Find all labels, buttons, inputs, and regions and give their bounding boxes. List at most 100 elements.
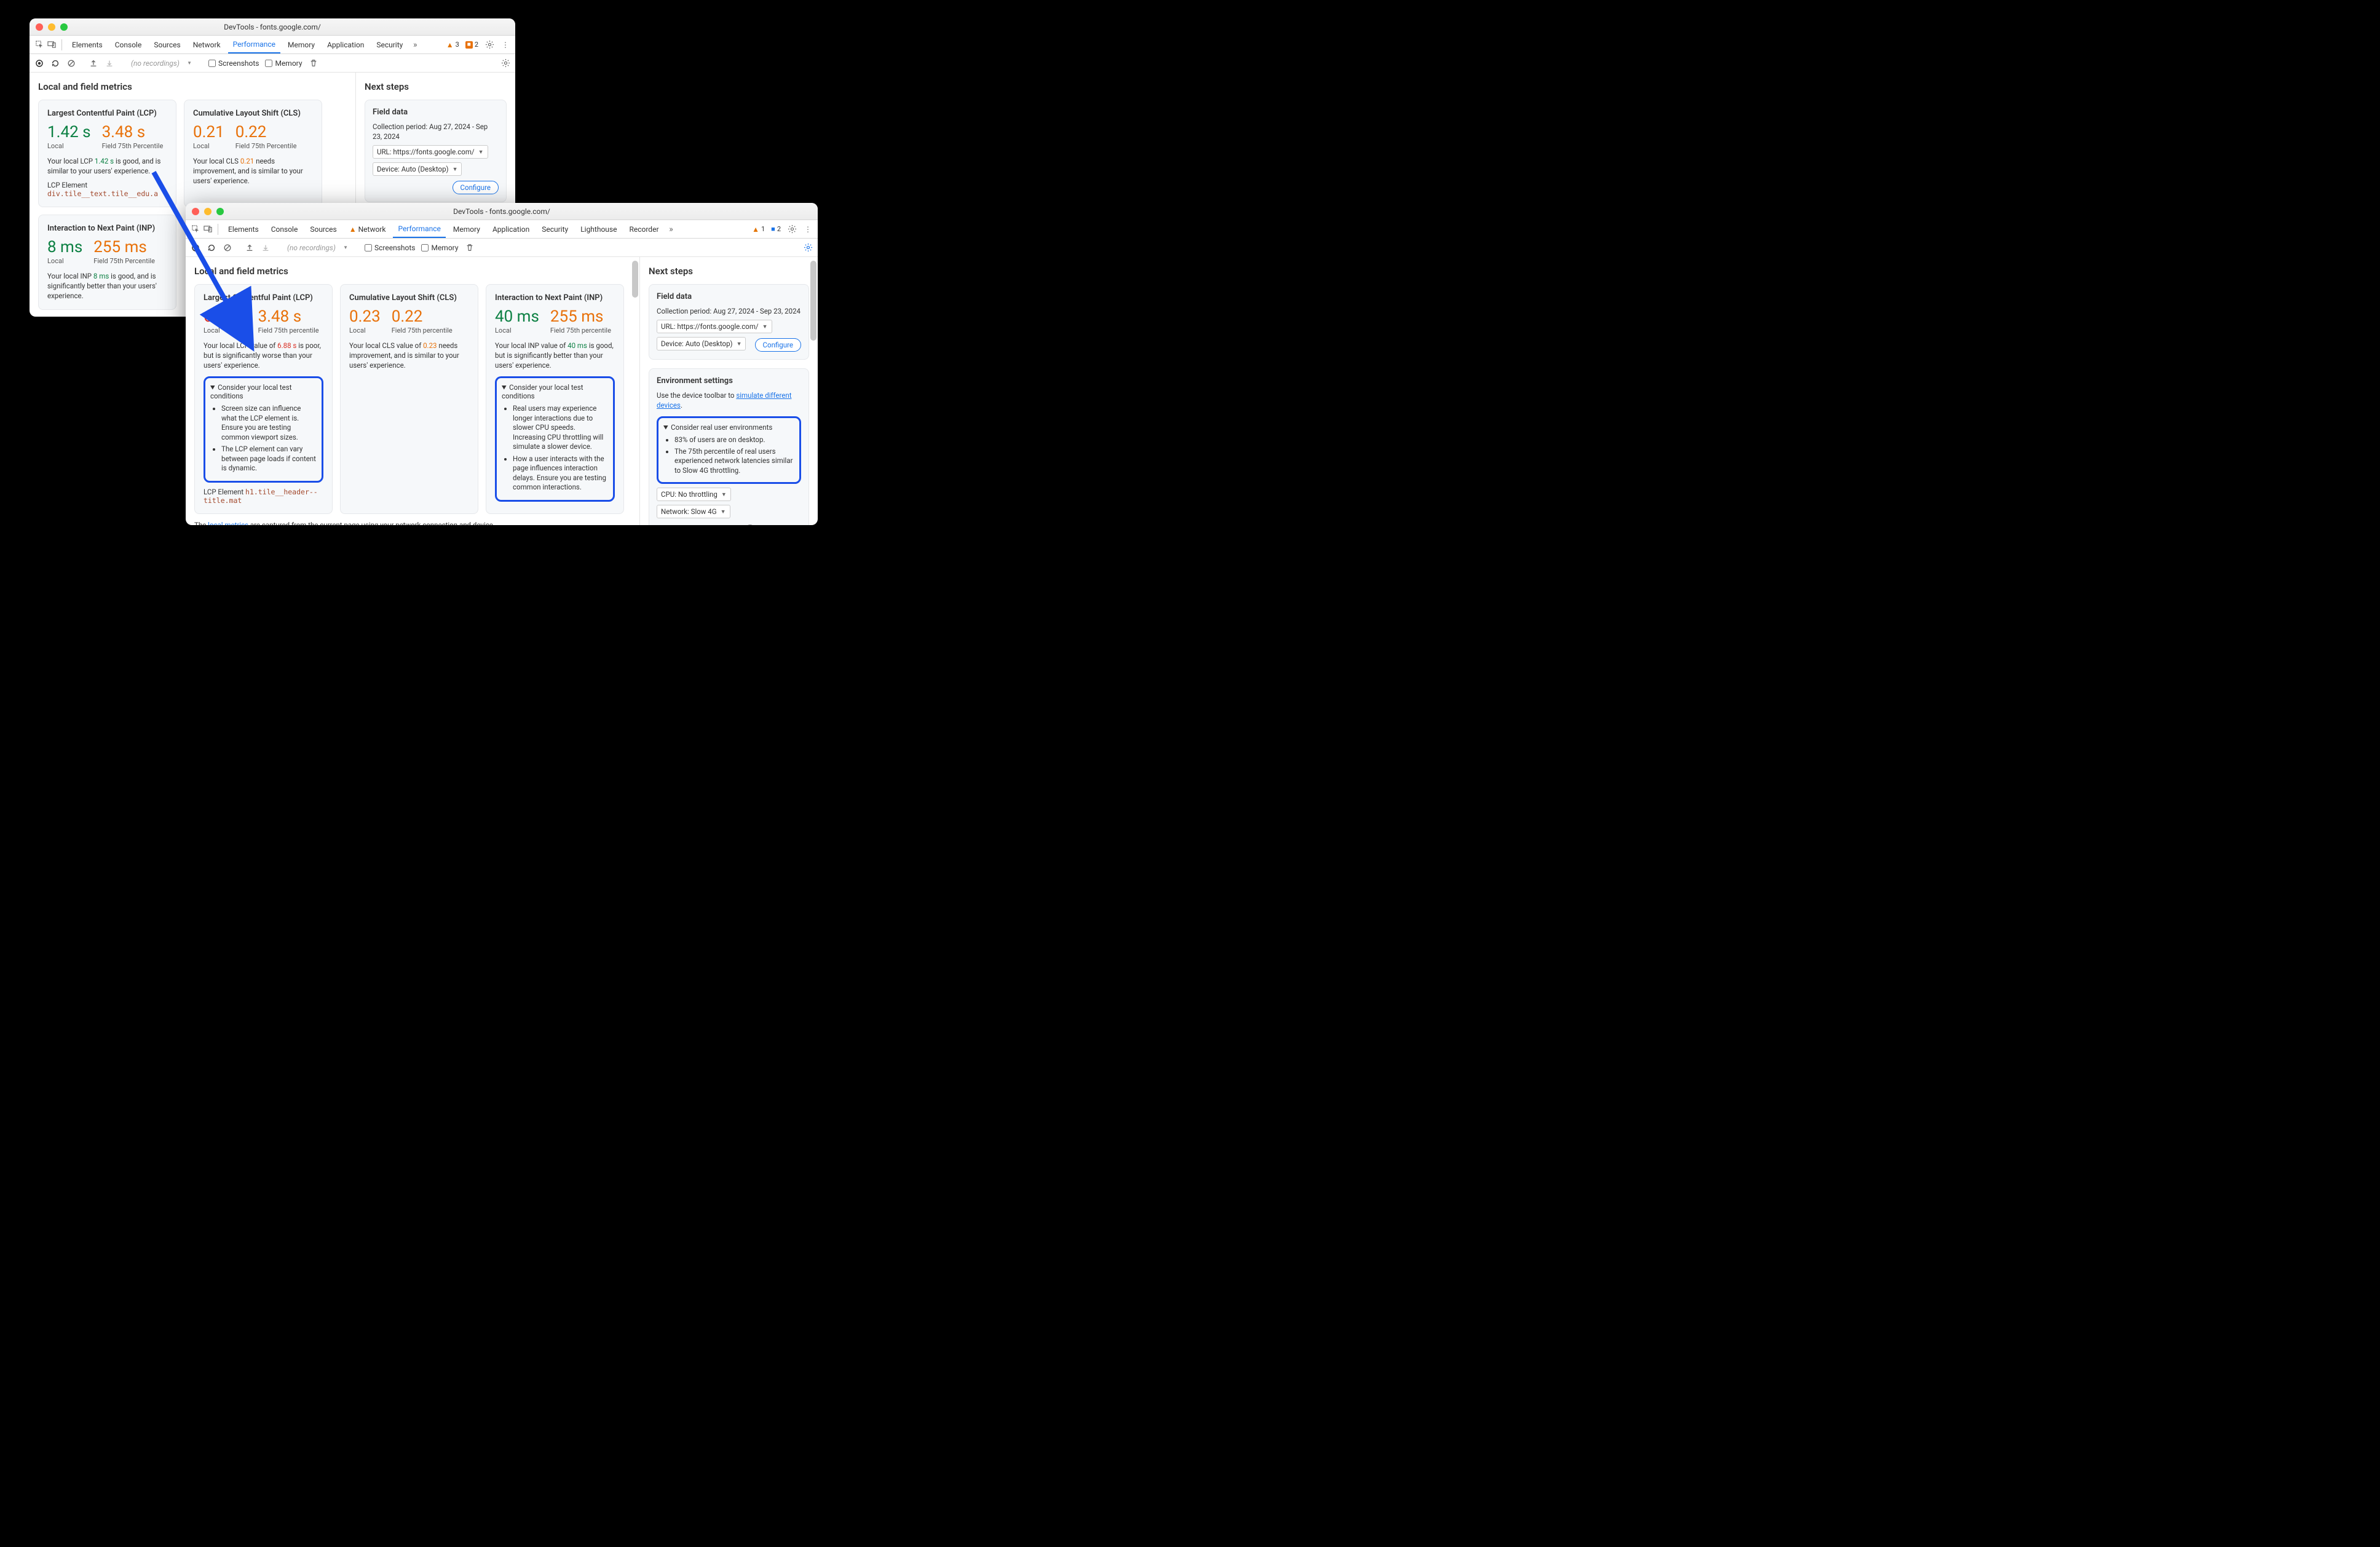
cls-local-value: 0.23 <box>349 309 381 325</box>
card-title: Largest Contentful Paint (LCP) <box>47 109 167 118</box>
record-icon[interactable] <box>191 243 200 253</box>
cls-desc: Your local CLS value of 0.23 needs impro… <box>349 341 469 370</box>
inspect-icon[interactable] <box>191 224 200 234</box>
gear-icon[interactable] <box>787 224 797 234</box>
lcp-local-value: 6.88 s <box>204 309 247 325</box>
close-icon[interactable] <box>36 23 43 31</box>
device-toolbar-icon[interactable] <box>203 224 213 234</box>
cls-field-value: 0.22 <box>235 124 297 140</box>
more-tabs-icon[interactable]: » <box>666 224 676 234</box>
reload-icon[interactable] <box>207 243 216 253</box>
tab-memory[interactable]: Memory <box>283 37 320 53</box>
tab-performance[interactable]: Performance <box>393 221 445 238</box>
trash-icon[interactable] <box>309 58 318 68</box>
inp-consider-box: Consider your local test conditions Real… <box>495 376 615 502</box>
device-toolbar-icon[interactable] <box>47 40 57 50</box>
tab-network[interactable]: ▲ Network <box>344 221 391 237</box>
devtools-tabbar: Elements Console Sources Network Perform… <box>30 36 515 54</box>
inp-local-value: 8 ms <box>47 239 82 255</box>
upload-icon[interactable] <box>89 58 98 68</box>
tab-application[interactable]: Application <box>322 37 369 53</box>
traffic-lights[interactable] <box>192 208 224 215</box>
tab-elements[interactable]: Elements <box>223 221 264 237</box>
warnings-badge[interactable]: ▲1 <box>752 225 765 234</box>
kebab-icon[interactable]: ⋮ <box>803 224 813 234</box>
gear-icon[interactable] <box>500 58 510 68</box>
device-select[interactable]: Device: Auto (Desktop)▼ <box>373 162 462 176</box>
card-title: Largest Contentful Paint (LCP) <box>204 293 323 303</box>
field-data-card: Field data Collection period: Aug 27, 20… <box>649 284 809 360</box>
gear-icon[interactable] <box>803 243 813 253</box>
tab-console[interactable]: Console <box>266 221 303 237</box>
trash-icon[interactable] <box>465 243 475 253</box>
close-icon[interactable] <box>192 208 199 215</box>
recordings-select[interactable]: (no recordings) <box>127 57 196 69</box>
download-icon[interactable] <box>261 243 271 253</box>
inp-desc: Your local INP 8 ms is good, and is sign… <box>47 271 167 301</box>
tab-console[interactable]: Console <box>110 37 147 53</box>
tab-lighthouse[interactable]: Lighthouse <box>575 221 622 237</box>
clear-icon[interactable] <box>223 243 232 253</box>
more-tabs-icon[interactable]: » <box>410 40 420 50</box>
network-throttle-select[interactable]: Network: Slow 4G▼ <box>657 505 730 518</box>
record-icon[interactable] <box>34 58 44 68</box>
traffic-lights[interactable] <box>36 23 68 31</box>
scrollbar[interactable] <box>632 261 638 298</box>
device-select[interactable]: Device: Auto (Desktop)▼ <box>657 337 746 350</box>
zoom-icon[interactable] <box>216 208 224 215</box>
disable-cache-checkbox[interactable]: Disable network cache ? <box>657 524 801 525</box>
minimize-icon[interactable] <box>204 208 212 215</box>
configure-button[interactable]: Configure <box>453 181 499 194</box>
tab-sources[interactable]: Sources <box>305 221 341 237</box>
upload-icon[interactable] <box>245 243 255 253</box>
clear-icon[interactable] <box>66 58 76 68</box>
lcp-local-value: 1.42 s <box>47 124 91 140</box>
cls-card: Cumulative Layout Shift (CLS) 0.21 Local… <box>184 100 322 207</box>
lcp-consider-details[interactable]: Consider your local test conditions Scre… <box>210 383 317 473</box>
tab-memory[interactable]: Memory <box>448 221 485 237</box>
tab-sources[interactable]: Sources <box>149 37 185 53</box>
kebab-icon[interactable]: ⋮ <box>500 40 510 50</box>
lcp-element[interactable]: LCP Element h1.tile__header--title.mat <box>204 488 323 505</box>
lcp-element[interactable]: LCP Element div.tile__text.tile__edu.a <box>47 181 167 198</box>
issues-badge[interactable]: ■2 <box>465 41 478 49</box>
tab-elements[interactable]: Elements <box>67 37 108 53</box>
inp-card: Interaction to Next Paint (INP) 40 ms Lo… <box>486 284 624 514</box>
inspect-icon[interactable] <box>34 40 44 50</box>
devtools-window-2: DevTools - fonts.google.com/ Elements Co… <box>186 203 818 525</box>
url-select[interactable]: URL: https://fonts.google.com/▼ <box>657 320 772 333</box>
url-select[interactable]: URL: https://fonts.google.com/▼ <box>373 145 488 159</box>
warnings-badge[interactable]: ▲3 <box>446 41 459 49</box>
gear-icon[interactable] <box>484 40 494 50</box>
metrics-note: The local metrics are captured from the … <box>194 520 631 525</box>
lcp-desc: Your local LCP value of 6.88 s is poor, … <box>204 341 323 370</box>
local-metrics-link[interactable]: local metrics <box>208 521 248 525</box>
memory-checkbox[interactable]: Memory <box>265 59 302 68</box>
issues-badge[interactable]: ■ 2 <box>771 225 781 233</box>
screenshots-checkbox[interactable]: Screenshots <box>365 243 415 252</box>
minimize-icon[interactable] <box>48 23 55 31</box>
tab-security[interactable]: Security <box>371 37 408 53</box>
card-title: Cumulative Layout Shift (CLS) <box>349 293 469 303</box>
download-icon[interactable] <box>105 58 114 68</box>
tab-performance[interactable]: Performance <box>228 36 280 53</box>
recordings-select[interactable]: (no recordings) <box>283 242 352 254</box>
tab-network[interactable]: Network <box>188 37 226 53</box>
scrollbar[interactable] <box>810 261 816 341</box>
reload-icon[interactable] <box>50 58 60 68</box>
tab-security[interactable]: Security <box>537 221 573 237</box>
lcp-consider-box: Consider your local test conditions Scre… <box>204 376 323 483</box>
titlebar: DevTools - fonts.google.com/ <box>186 203 818 220</box>
card-title: Interaction to Next Paint (INP) <box>47 224 167 233</box>
configure-button[interactable]: Configure <box>755 338 801 352</box>
cpu-throttle-select[interactable]: CPU: No throttling▼ <box>657 488 731 501</box>
tab-recorder[interactable]: Recorder <box>624 221 663 237</box>
memory-checkbox[interactable]: Memory <box>421 243 458 252</box>
lcp-card: Largest Contentful Paint (LCP) 6.88 s Lo… <box>194 284 333 514</box>
env-consider-details[interactable]: Consider real user environments 83% of u… <box>663 423 794 475</box>
zoom-icon[interactable] <box>60 23 68 31</box>
tab-application[interactable]: Application <box>488 221 534 237</box>
inp-consider-details[interactable]: Consider your local test conditions Real… <box>502 383 608 493</box>
help-icon[interactable]: ? <box>746 524 754 525</box>
screenshots-checkbox[interactable]: Screenshots <box>208 59 259 68</box>
